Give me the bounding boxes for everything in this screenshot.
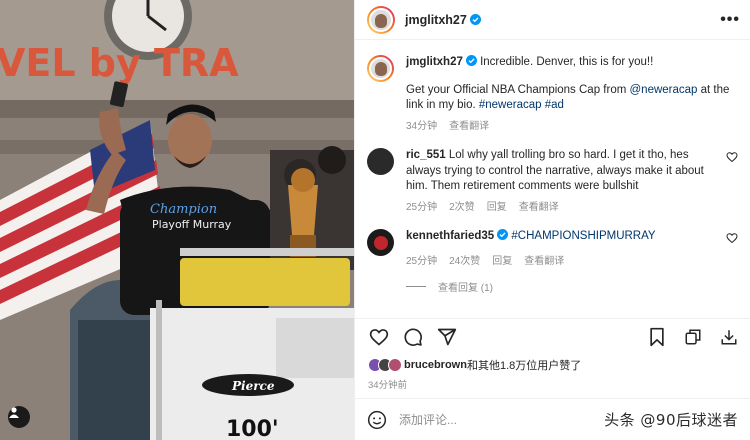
comment-text: Lol why yall trolling bro so hard. I get… [406,149,704,192]
comment-translate-link[interactable]: 查看翻译 [524,254,564,270]
bus-brand: Pierce [231,379,275,393]
caption-translate-link[interactable]: 查看翻译 [449,119,489,135]
comment-like-heart-icon[interactable] [726,232,738,244]
caption-hashtags[interactable]: #neweracap #ad [479,99,564,111]
more-options-icon[interactable]: ••• [720,11,740,29]
emoji-icon[interactable] [367,410,387,430]
sign-text: VEL by TRA [0,41,239,85]
comment-time: 25分钟 [406,201,438,213]
caption-time: 34分钟 [406,120,438,132]
comment-item: ric_551 Lol why yall trolling bro so har… [367,148,738,215]
comment-hashtag[interactable]: #CHAMPIONSHIPMURRAY [511,230,655,242]
comment-bubble-icon[interactable] [402,326,424,348]
verified-badge-icon [469,14,481,25]
comment-input[interactable] [399,412,539,427]
photo-scene: VEL by TRA Champion Playoff Murray Pierc… [0,0,354,440]
commenter-avatar[interactable] [367,229,394,256]
comment-reply-button[interactable]: 回复 [492,254,512,270]
bookmark-icon[interactable] [646,326,668,348]
watermark: 头条 @90后球迷者 [604,411,738,429]
post-timestamp: 34分钟前 [368,380,408,391]
copy-icon[interactable] [682,326,704,348]
likes-suffix: 和其他1.8万位用户赞了 [466,360,582,372]
commenter-username[interactable]: kennethfaried35 [406,230,494,242]
instagram-post-modal: VEL by TRA Champion Playoff Murray Pierc… [0,0,750,440]
comment-like-heart-icon[interactable] [726,151,738,163]
post-panel: jmglitxh27 ••• jmglitxh27 Incredible. De… [354,0,750,440]
comment-reply-button[interactable]: 回复 [487,200,507,216]
post-header: jmglitxh27 ••• [355,0,750,40]
action-bar [355,318,750,354]
tagged-user-icon[interactable] [8,406,30,428]
like-heart-icon[interactable] [368,326,390,348]
view-replies-label: 查看回复 (1) [438,283,493,294]
liker-username[interactable]: brucebrown [404,359,467,371]
author-username[interactable]: jmglitxh27 [405,13,467,27]
post-photo[interactable]: VEL by TRA Champion Playoff Murray Pierc… [0,0,354,440]
bus-number: 100' [226,417,279,440]
view-replies-line [406,286,426,287]
caption: jmglitxh27 Incredible. Denver, this is f… [367,55,738,134]
comment-item: kennethfaried35 #CHAMPIONSHIPMURRAY 25分钟… [367,229,738,269]
share-paper-plane-icon[interactable] [436,326,458,348]
shirt-text-murray: Playoff Murray [152,218,232,231]
caption-mention-link[interactable]: @neweracap [630,84,698,96]
commenter-username[interactable]: ric_551 [406,149,446,161]
likes-summary[interactable]: brucebrown 和其他1.8万位用户赞了 [368,357,581,373]
comments-list: jmglitxh27 Incredible. Denver, this is f… [355,41,750,316]
caption-text-line1: Incredible. Denver, this is for you!! [480,56,654,68]
caption-avatar[interactable] [367,55,394,82]
caption-username[interactable]: jmglitxh27 [406,56,463,68]
caption-text-prefix: Get your Official NBA Champions Cap from [406,83,630,96]
author-avatar[interactable] [367,5,395,34]
shirt-text-champion: Champion [150,202,217,217]
comment-likes[interactable]: 24次赞 [449,254,480,270]
liker-avatars [368,358,402,372]
view-replies-button[interactable]: 查看回复 (1) [406,279,738,294]
verified-badge-icon [465,55,477,66]
comment-time: 25分钟 [406,255,438,267]
comment-likes[interactable]: 2次赞 [449,200,475,216]
comment-translate-link[interactable]: 查看翻译 [519,200,559,216]
verified-badge-icon [497,229,509,240]
download-icon[interactable] [718,326,740,348]
commenter-avatar[interactable] [367,148,394,175]
